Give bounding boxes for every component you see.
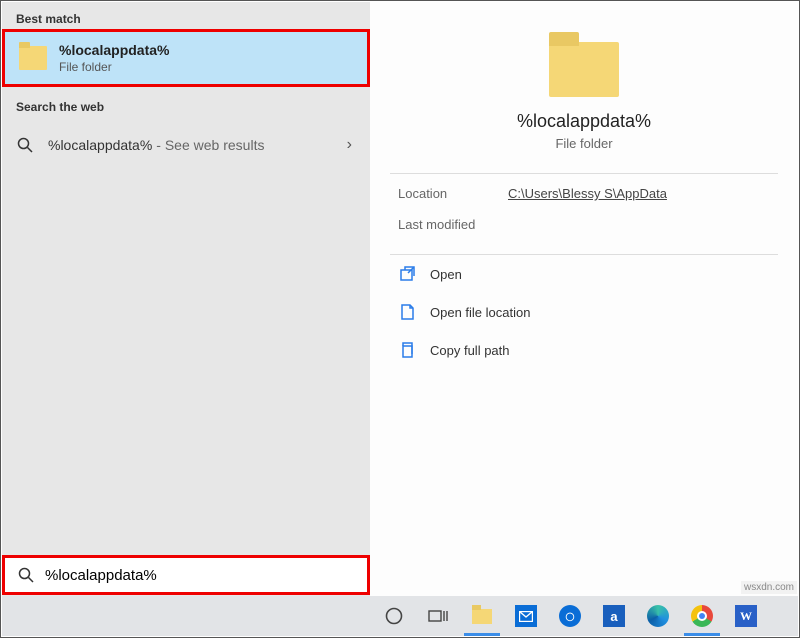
- best-match-label: Best match: [2, 2, 370, 32]
- folder-icon: [19, 46, 47, 70]
- cortana-icon[interactable]: [372, 596, 416, 636]
- open-icon: [398, 265, 416, 283]
- chevron-right-icon: ›: [347, 136, 352, 154]
- open-location-action[interactable]: Open file location: [370, 293, 798, 331]
- open-label: Open: [430, 267, 462, 282]
- location-label: Location: [398, 186, 508, 201]
- open-action[interactable]: Open: [370, 255, 798, 293]
- preview-subtitle: File folder: [370, 136, 798, 151]
- copy-icon: [398, 341, 416, 359]
- file-explorer-icon[interactable]: [460, 596, 504, 636]
- folder-icon: [549, 42, 619, 97]
- word-icon[interactable]: W: [724, 596, 768, 636]
- taskbar: ◯ a W: [2, 596, 798, 636]
- search-icon: [16, 136, 34, 154]
- last-modified-label: Last modified: [398, 217, 508, 232]
- app-icon[interactable]: a: [592, 596, 636, 636]
- web-query: %localappdata%: [48, 137, 152, 153]
- web-hint: - See web results: [156, 137, 264, 153]
- best-match-result[interactable]: %localappdata% File folder: [2, 29, 370, 87]
- result-subtitle: File folder: [59, 60, 169, 74]
- preview-title: %localappdata%: [370, 111, 798, 132]
- file-location-icon: [398, 303, 416, 321]
- mail-icon[interactable]: [504, 596, 548, 636]
- edge-icon[interactable]: [636, 596, 680, 636]
- search-input[interactable]: [45, 567, 355, 584]
- copy-path-label: Copy full path: [430, 343, 510, 358]
- result-title: %localappdata%: [59, 42, 169, 58]
- open-location-label: Open file location: [430, 305, 530, 320]
- copy-path-action[interactable]: Copy full path: [370, 331, 798, 369]
- search-box[interactable]: [2, 555, 370, 595]
- watermark: wsxdn.com: [741, 581, 797, 594]
- location-value[interactable]: C:\Users\Blessy S\AppData: [508, 186, 667, 201]
- dell-icon[interactable]: ◯: [548, 596, 592, 636]
- search-icon: [17, 566, 35, 584]
- web-result[interactable]: %localappdata% - See web results ›: [2, 120, 370, 170]
- search-web-label: Search the web: [2, 84, 370, 120]
- task-view-icon[interactable]: [416, 596, 460, 636]
- chrome-icon[interactable]: [680, 596, 724, 636]
